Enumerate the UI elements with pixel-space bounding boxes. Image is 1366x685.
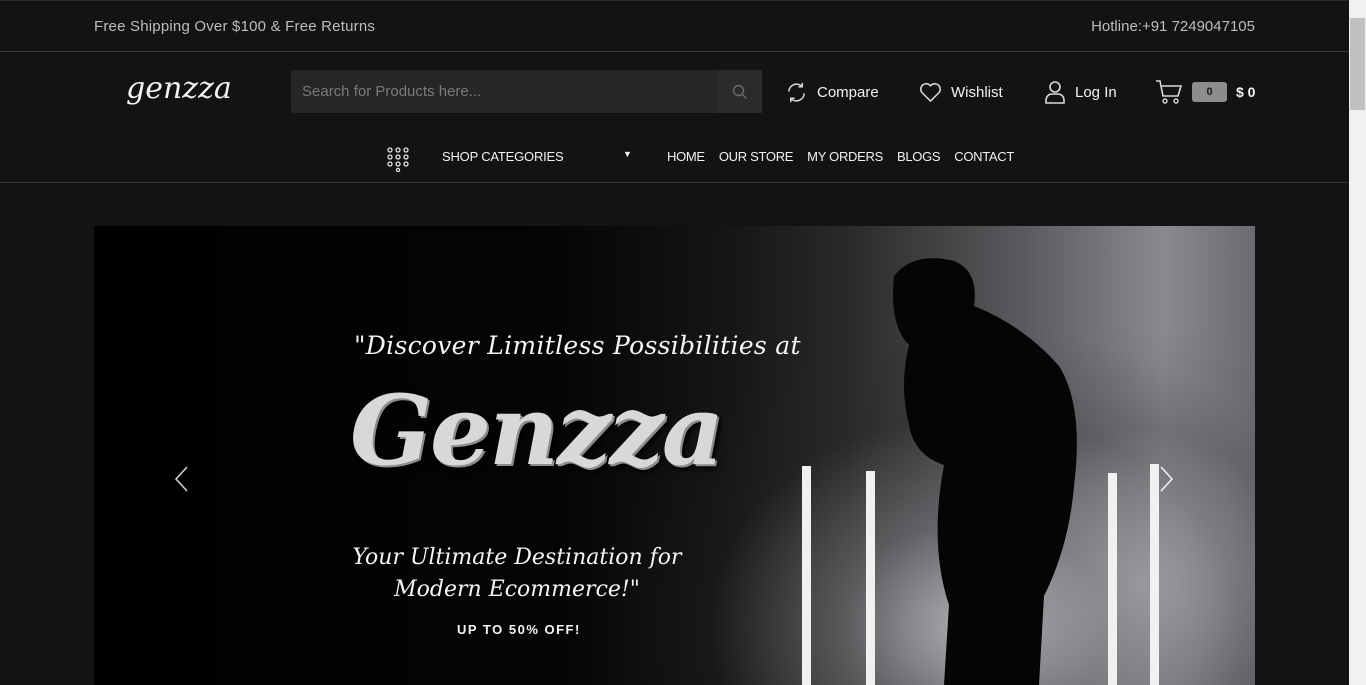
- search-input[interactable]: [291, 70, 718, 113]
- nav-item-our-store[interactable]: OUR STORE: [719, 149, 794, 164]
- svg-text:genzza: genzza: [126, 71, 232, 106]
- nav-item-blogs[interactable]: BLOGS: [897, 149, 941, 164]
- nav-item-my-orders[interactable]: MY ORDERS: [807, 149, 883, 164]
- top-bar: Free Shipping Over $100 & Free Returns H…: [0, 0, 1349, 52]
- genzza-logo[interactable]: genzza: [124, 68, 244, 108]
- hero-offer: UP TO 50% OFF!: [457, 622, 581, 637]
- refresh-icon: [788, 82, 805, 102]
- hero-tagline-bottom: Your Ultimate Destination for Modern Eco…: [352, 545, 682, 602]
- search-icon: [732, 84, 747, 99]
- cart-button[interactable]: 0 $ 0: [1155, 79, 1255, 105]
- nav-item-home[interactable]: HOME: [667, 149, 705, 164]
- nav-menu: HOME OUR STORE MY ORDERS BLOGS CONTACT: [667, 149, 1014, 164]
- scrollbar-thumb[interactable]: [1350, 18, 1365, 110]
- promo-text: Free Shipping Over $100 & Free Returns: [94, 18, 376, 35]
- cart-icon: [1156, 80, 1183, 104]
- carousel-prev-arrow-icon[interactable]: [174, 466, 190, 492]
- carousel-next-arrow-icon[interactable]: [1158, 466, 1174, 492]
- caret-down-icon[interactable]: ▼: [623, 149, 632, 159]
- site-header: genzza Compare Wishlist Log I: [0, 53, 1349, 183]
- heart-icon: [920, 82, 941, 102]
- hotline-text: Hotline:+91 7249047105: [1091, 18, 1255, 35]
- search-bar: [291, 70, 762, 113]
- wishlist-label: Wishlist: [951, 83, 1003, 101]
- compare-button[interactable]: Compare: [785, 79, 879, 105]
- hero-banner: "Discover Limitless Possibilities at Gen…: [94, 226, 1255, 685]
- shop-categories-dropdown[interactable]: SHOP CATEGORIES: [442, 149, 564, 164]
- main-nav: SHOP CATEGORIES ▼ HOME OUR STORE MY ORDE…: [0, 142, 1349, 173]
- compare-label: Compare: [817, 83, 879, 101]
- login-label: Log In: [1075, 83, 1117, 101]
- user-icon: [1045, 81, 1065, 104]
- categories-grid-icon[interactable]: [386, 146, 410, 173]
- nav-item-contact[interactable]: CONTACT: [954, 149, 1014, 164]
- hero-brand-title: Genzza: [350, 374, 724, 487]
- wishlist-button[interactable]: Wishlist: [919, 79, 1003, 105]
- cart-total: $ 0: [1236, 84, 1256, 100]
- page-scrollbar[interactable]: [1349, 0, 1366, 685]
- hero-tagline-top: "Discover Limitless Possibilities at: [354, 331, 801, 360]
- search-button[interactable]: [718, 70, 762, 113]
- cart-count-badge: 0: [1192, 82, 1227, 102]
- login-button[interactable]: Log In: [1044, 79, 1117, 105]
